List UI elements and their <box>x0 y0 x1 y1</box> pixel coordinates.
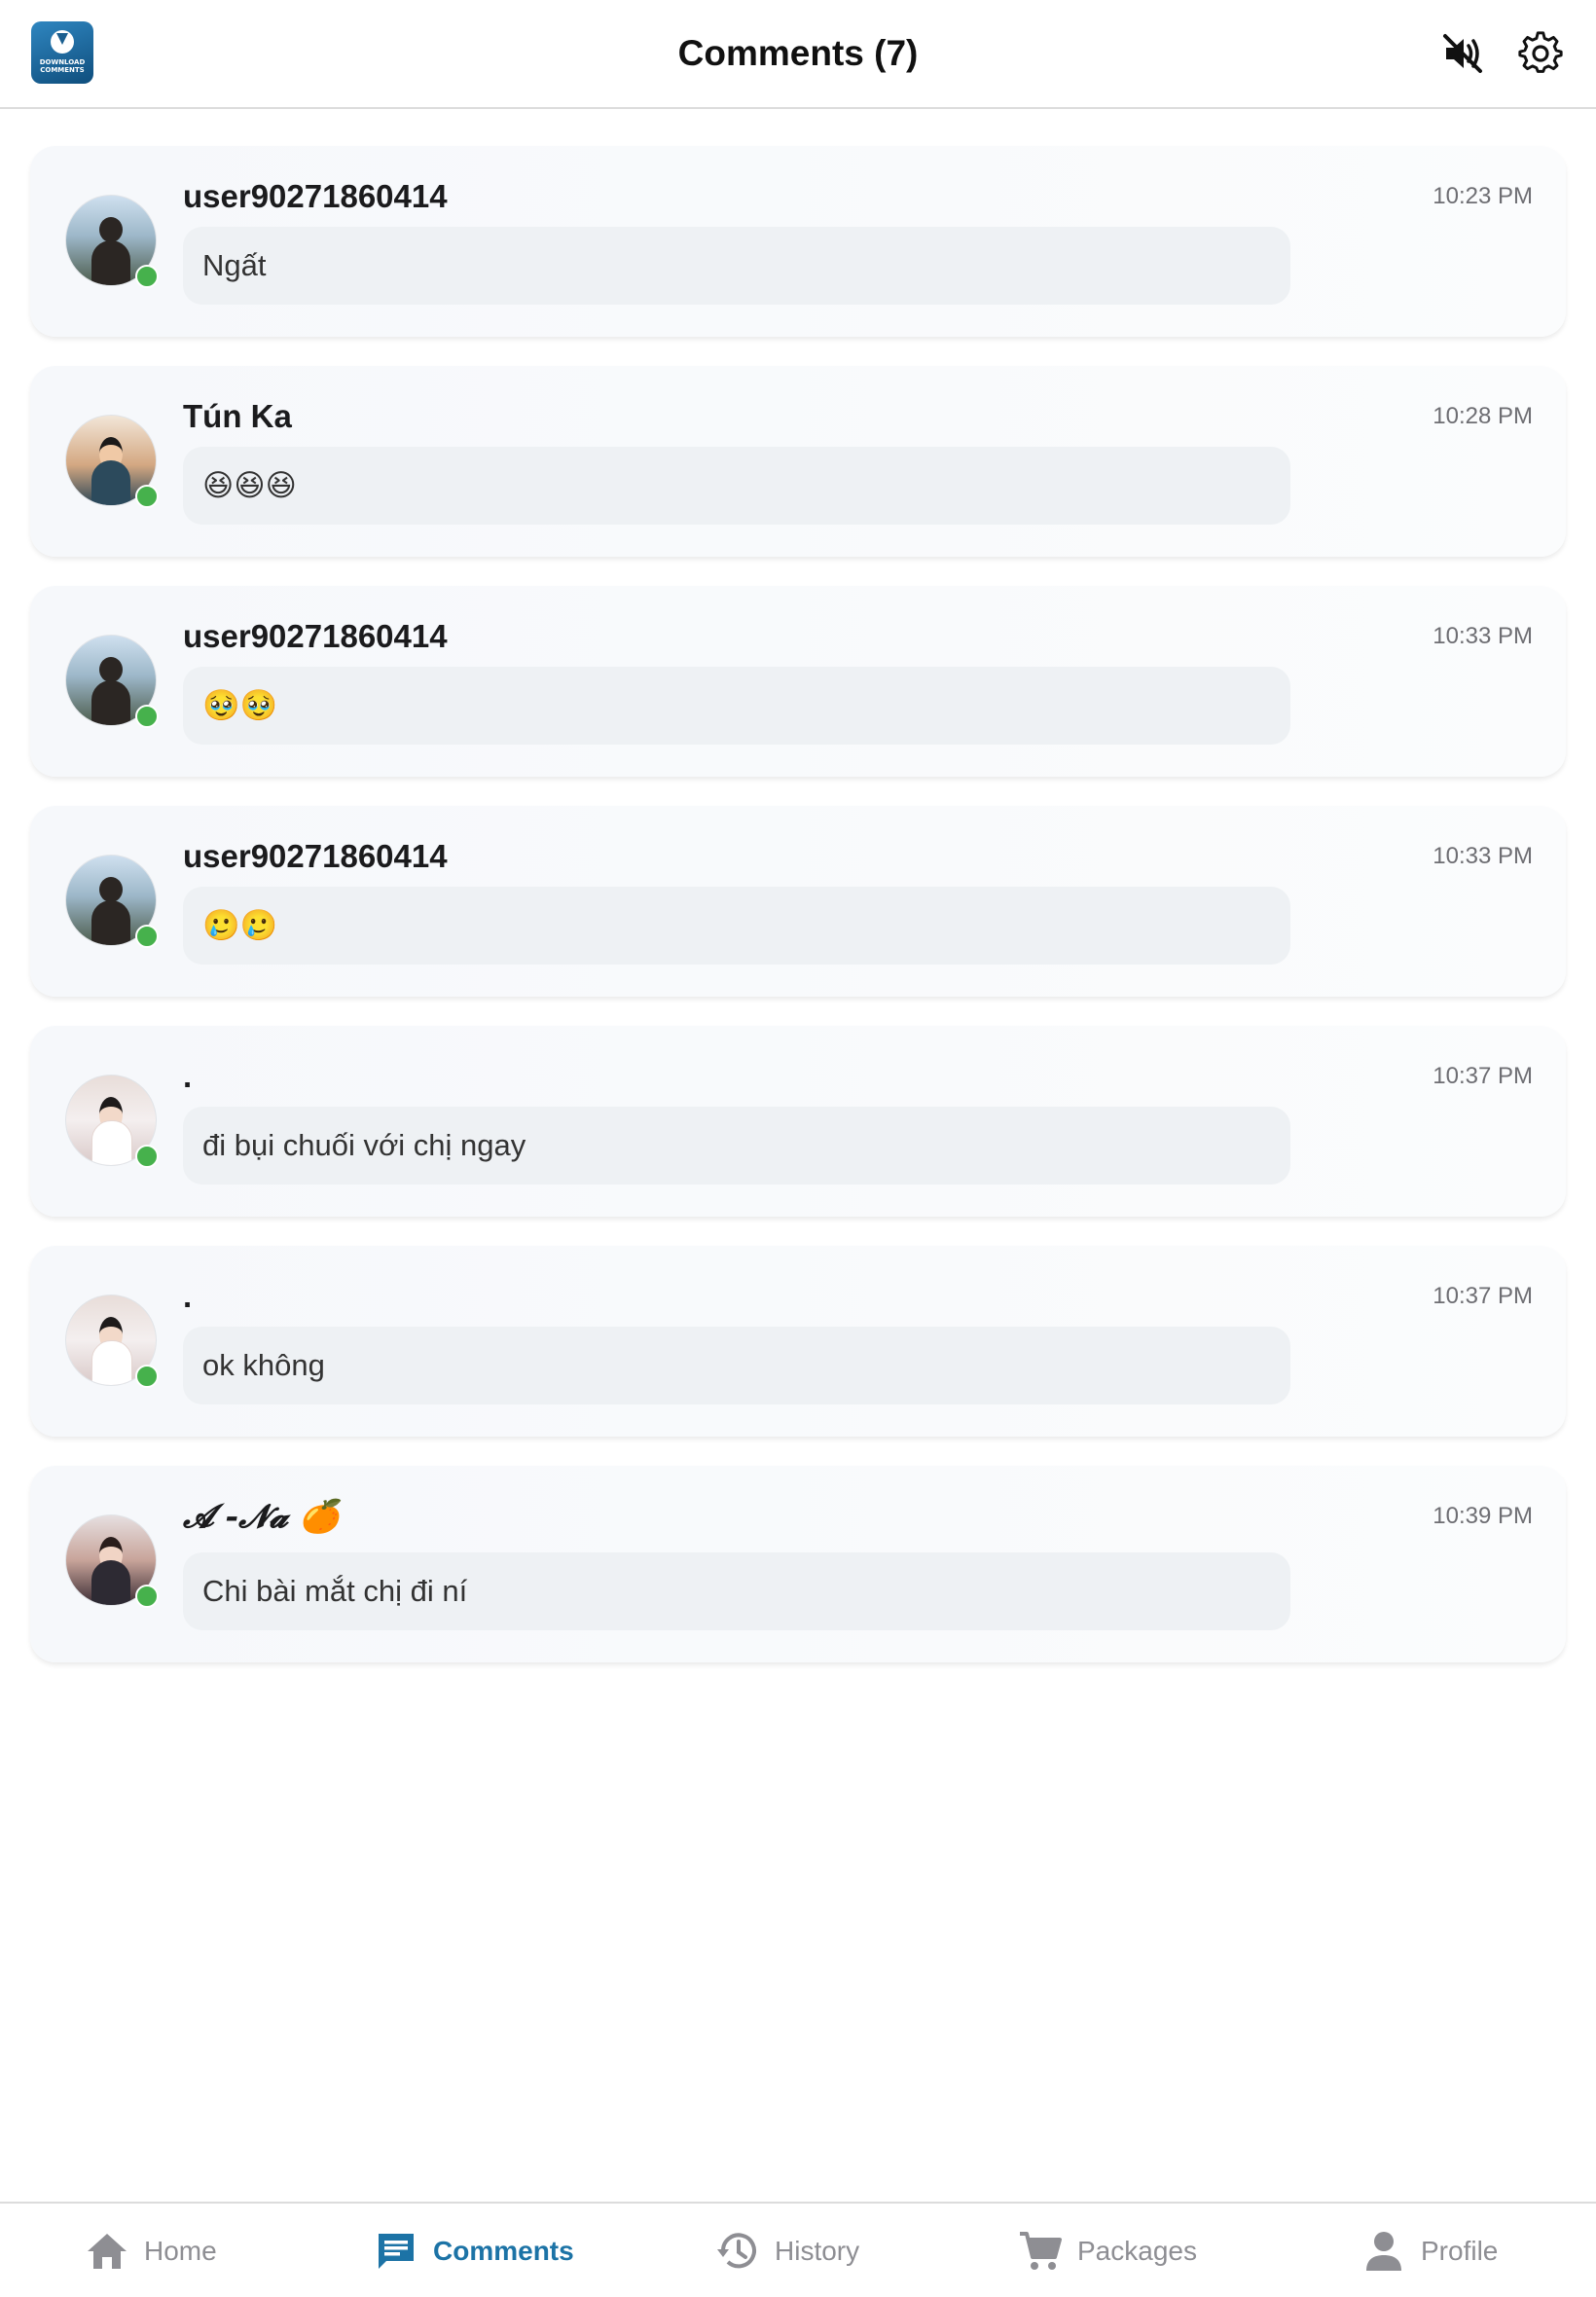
avatar-container[interactable] <box>65 1294 159 1388</box>
tab-history-label: History <box>775 2236 860 2266</box>
avatar-figure-body <box>91 680 130 725</box>
avatar-figure-body <box>91 1340 132 1385</box>
comment-time: 10:33 PM <box>1433 843 1533 869</box>
speaker-muted-icon <box>1443 34 1482 73</box>
avatar-figure-head <box>99 217 123 242</box>
comment-bubble: đi bụi chuối với chị ngay <box>183 1107 1290 1185</box>
tab-home-label: Home <box>144 2236 217 2266</box>
comment-username: user90271860414 <box>183 178 448 214</box>
online-status-dot <box>135 265 159 288</box>
online-status-dot <box>135 925 159 948</box>
comment-card[interactable]: user90271860414 10:23 PM Ngất <box>30 146 1566 337</box>
avatar-container[interactable] <box>65 195 159 288</box>
avatar-figure-body <box>91 460 130 505</box>
comment-text: 😆😆😆 <box>202 468 297 502</box>
comment-bubble: Ngất <box>183 227 1290 305</box>
comment-text: Ngất <box>202 248 267 282</box>
download-arrow-icon <box>56 33 68 45</box>
avatar-container[interactable] <box>65 635 159 728</box>
avatar-figure-body <box>91 900 130 945</box>
avatar-figure-body <box>91 240 130 285</box>
avatar-figure-head <box>99 657 123 682</box>
comment-username: 𝓐 -𝓝𝓪 🍊 <box>183 1497 340 1535</box>
comment-bubble: ok không <box>183 1327 1290 1404</box>
tab-profile[interactable]: Profile <box>1360 2204 1498 2297</box>
online-status-dot <box>135 1365 159 1388</box>
mute-button[interactable] <box>1438 29 1487 78</box>
gear-icon <box>1518 31 1563 73</box>
person-icon <box>1360 2228 1407 2275</box>
comment-username: user90271860414 <box>183 838 448 874</box>
comment-text: Chi bài mắt chị đi ní <box>202 1574 468 1608</box>
comment-bubble: 🥹🥹 <box>183 667 1290 745</box>
comment-card[interactable]: . 10:37 PM đi bụi chuối với chị ngay <box>30 1026 1566 1217</box>
avatar-container[interactable] <box>65 1075 159 1168</box>
shopping-cart-icon <box>1017 2228 1064 2275</box>
comment-card[interactable]: . 10:37 PM ok không <box>30 1246 1566 1437</box>
comment-card[interactable]: Tún Ka 10:28 PM 😆😆😆 <box>30 366 1566 557</box>
comment-text: đi bụi chuối với chị ngay <box>202 1128 526 1162</box>
comment-text: 🥲🥲 <box>202 908 278 942</box>
comment-text: 🥹🥹 <box>202 688 278 722</box>
comment-time: 10:23 PM <box>1433 183 1533 209</box>
comment-username: user90271860414 <box>183 618 448 654</box>
settings-button[interactable] <box>1516 29 1565 78</box>
tab-packages[interactable]: Packages <box>1017 2204 1197 2297</box>
comment-card[interactable]: 𝓐 -𝓝𝓪 🍊 10:39 PM Chi bài mắt chị đi ní <box>30 1466 1566 1662</box>
top-bar: DOWNLOAD COMMENTS Comments (7) <box>0 0 1596 109</box>
comment-username: . <box>183 1058 193 1094</box>
logo-text: DOWNLOAD COMMENTS <box>39 58 86 74</box>
tab-packages-label: Packages <box>1077 2236 1197 2266</box>
comment-bubble: 🥲🥲 <box>183 887 1290 965</box>
tab-home[interactable]: Home <box>84 2204 217 2297</box>
avatar-figure-head <box>99 877 123 902</box>
comment-time: 10:37 PM <box>1433 1283 1533 1309</box>
page-title: Comments (7) <box>677 33 919 73</box>
avatar-figure-body <box>91 1120 132 1165</box>
comment-bubble: Chi bài mắt chị đi ní <box>183 1552 1290 1630</box>
comment-text: ok không <box>202 1348 325 1382</box>
comment-list: user90271860414 10:23 PM Ngất Tún Ka 10:… <box>30 146 1566 1692</box>
comment-time: 10:28 PM <box>1433 403 1533 429</box>
app-logo[interactable]: DOWNLOAD COMMENTS <box>31 21 93 84</box>
avatar-figure-body <box>91 1560 130 1605</box>
app-root: DOWNLOAD COMMENTS Comments (7) user90271… <box>0 0 1596 2297</box>
comment-card[interactable]: user90271860414 10:33 PM 🥲🥲 <box>30 806 1566 997</box>
comment-time: 10:33 PM <box>1433 623 1533 649</box>
tab-history[interactable]: History <box>714 2204 859 2297</box>
history-icon <box>714 2228 761 2275</box>
online-status-dot <box>135 1585 159 1608</box>
online-status-dot <box>135 1145 159 1168</box>
comment-time: 10:39 PM <box>1433 1503 1533 1529</box>
tab-comments-label: Comments <box>433 2236 574 2266</box>
avatar-container[interactable] <box>65 855 159 948</box>
comment-username: Tún Ka <box>183 398 292 434</box>
avatar-container[interactable] <box>65 1514 159 1608</box>
bottom-tab-bar: Home Comments History Packages Profile <box>0 2202 1596 2297</box>
tab-profile-label: Profile <box>1421 2236 1499 2266</box>
online-status-dot <box>135 485 159 508</box>
comment-icon <box>373 2228 419 2275</box>
comment-card[interactable]: user90271860414 10:33 PM 🥹🥹 <box>30 586 1566 777</box>
avatar-container[interactable] <box>65 415 159 508</box>
online-status-dot <box>135 705 159 728</box>
home-icon <box>84 2228 130 2275</box>
tab-comments[interactable]: Comments <box>373 2204 574 2297</box>
comment-bubble: 😆😆😆 <box>183 447 1290 525</box>
comment-time: 10:37 PM <box>1433 1063 1533 1089</box>
comment-username: . <box>183 1278 193 1314</box>
